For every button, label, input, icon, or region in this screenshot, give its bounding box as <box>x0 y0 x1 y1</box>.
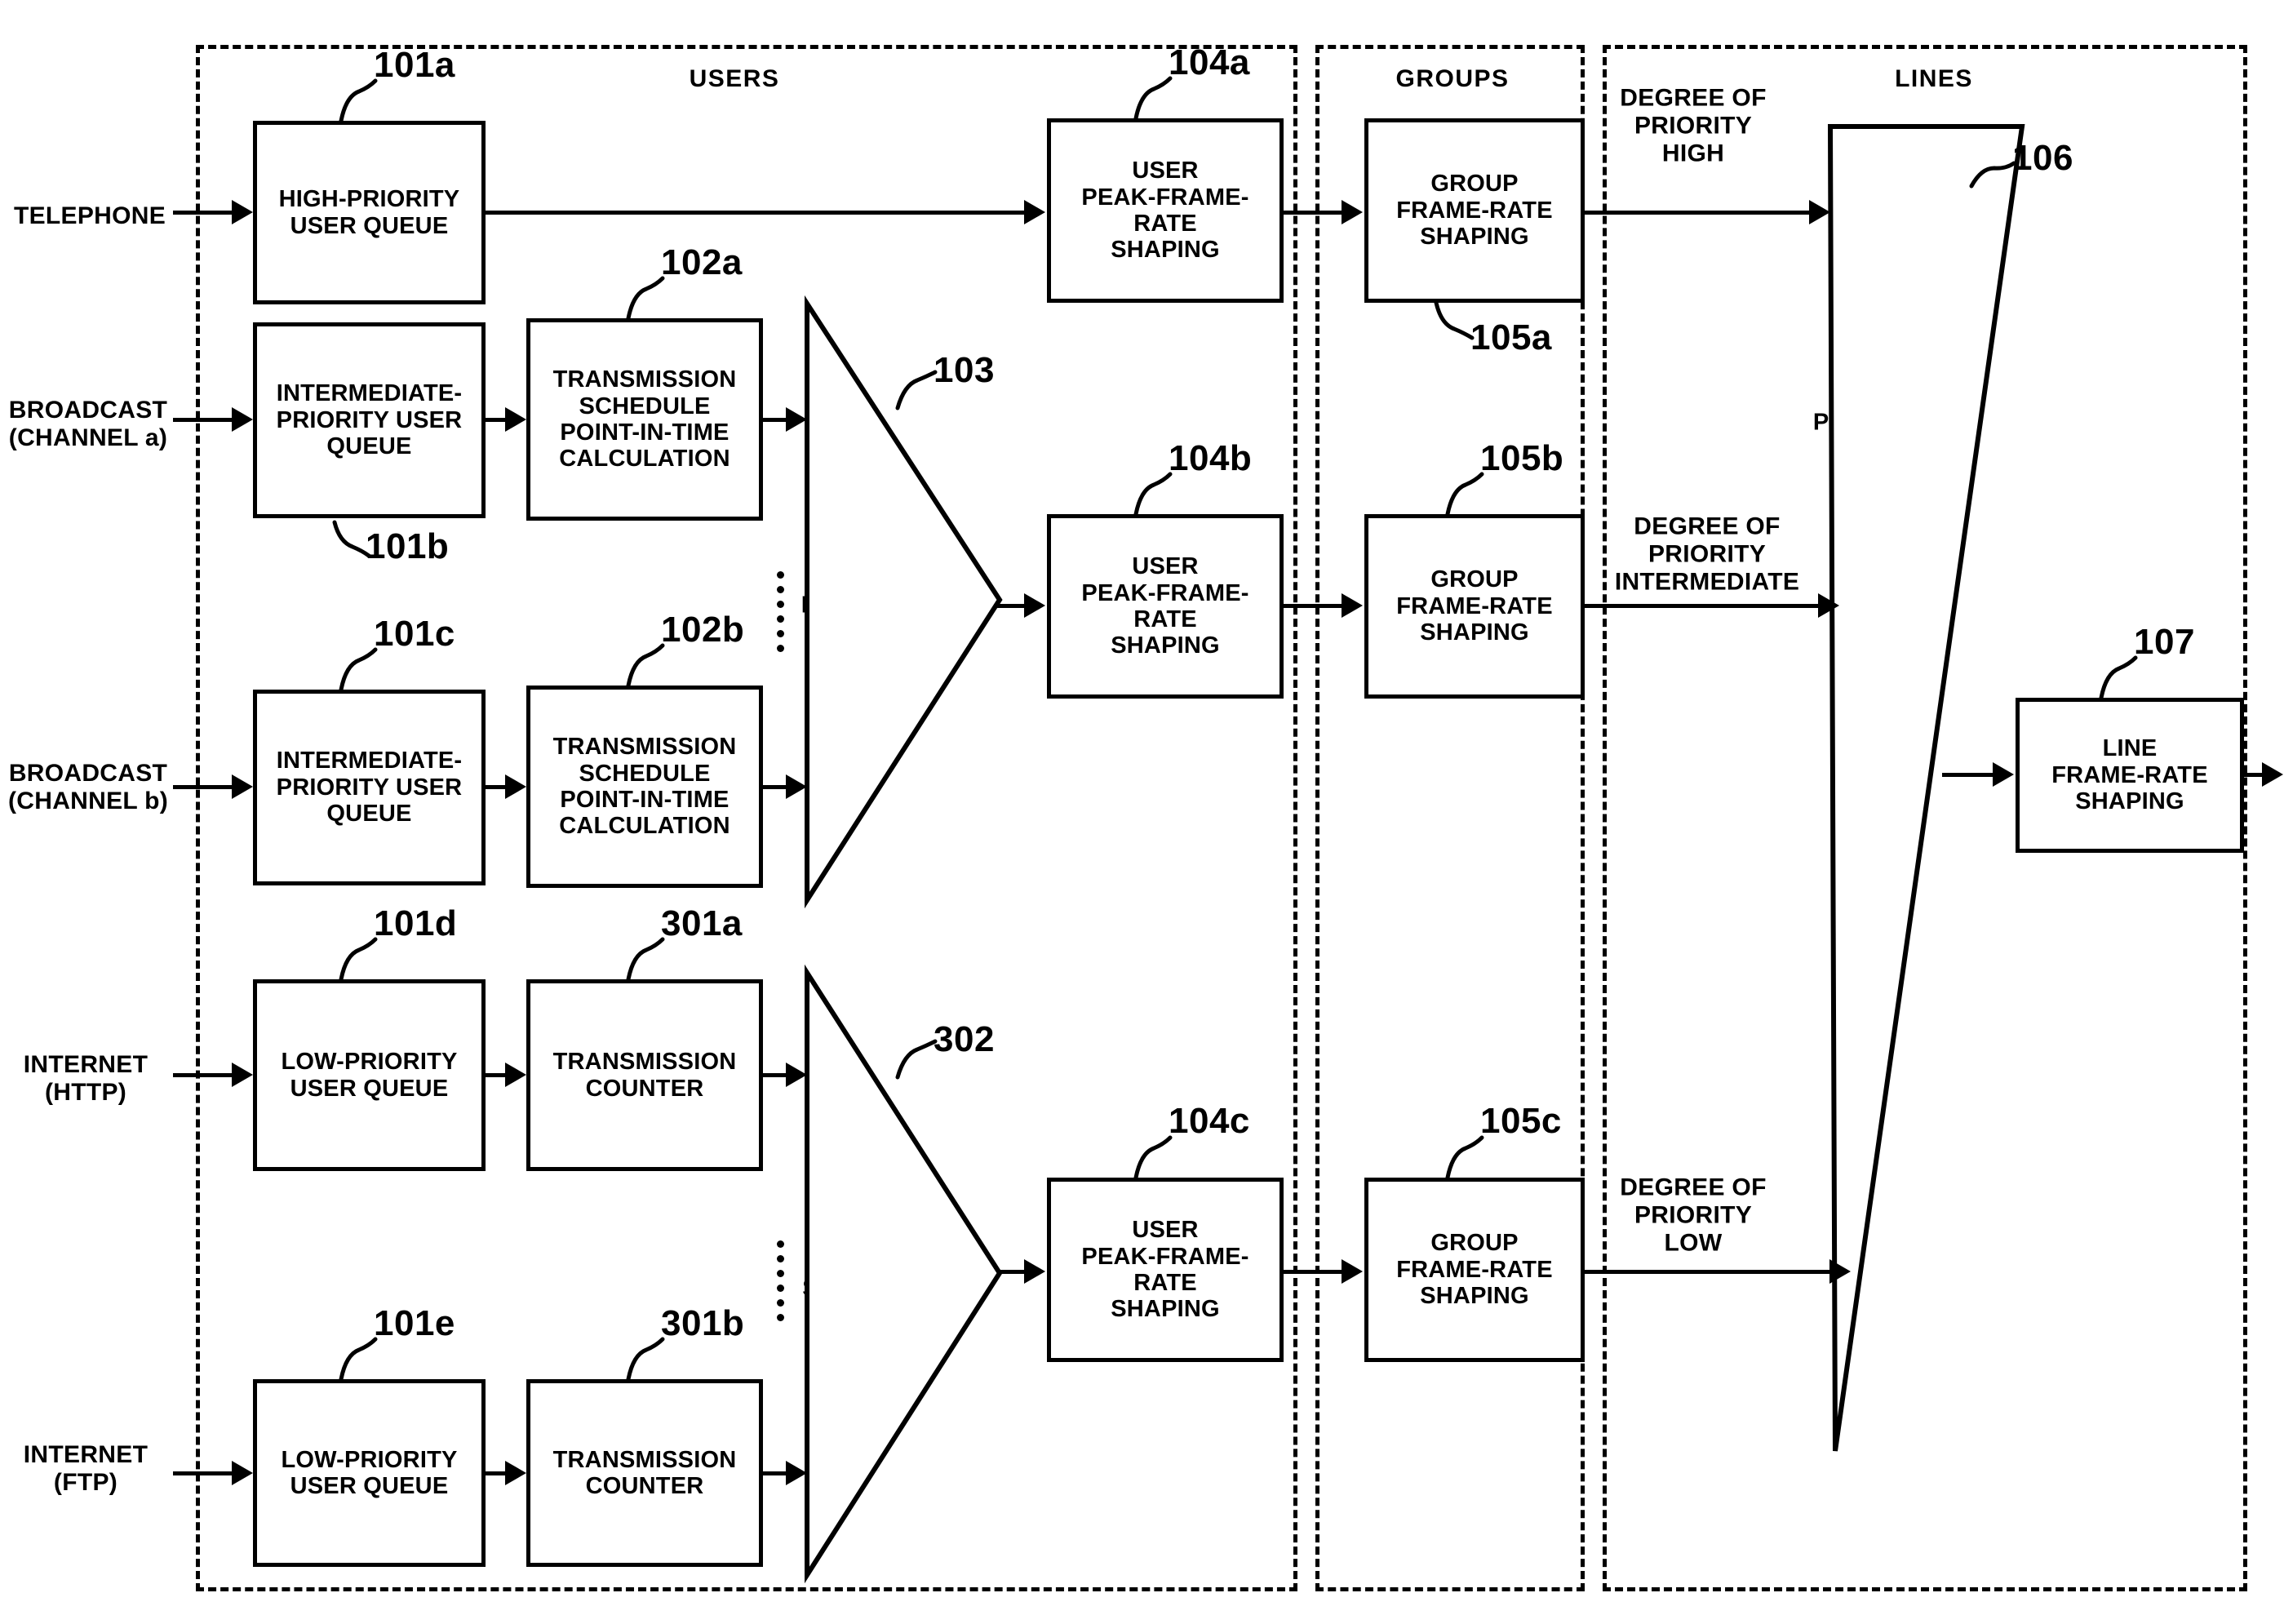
ref-numeral-102b: 102b <box>661 610 745 650</box>
ellipsis-dots-lower <box>777 1240 784 1321</box>
patent-figure-canvas: USERS GROUPS LINES TELEPHONE BROADCAST (… <box>0 0 2284 1624</box>
queue-label-101d: LOW-PRIORITY USER QUEUE <box>281 1049 458 1102</box>
arrowhead-104c-to-105c <box>1342 1259 1363 1284</box>
queue-box-101d[interactable]: LOW-PRIORITY USER QUEUE <box>253 979 486 1171</box>
arrowhead-internet-ftp <box>232 1461 253 1485</box>
scheduler-triangle-103 <box>805 295 1003 909</box>
arrowhead-101d-to-301a <box>505 1063 526 1087</box>
ref-numeral-301a: 301a <box>661 903 743 943</box>
group-shaper-box-105b[interactable]: GROUP FRAME-RATE SHAPING <box>1364 514 1585 699</box>
counter-label-301b: TRANSMISSION COUNTER <box>552 1446 737 1499</box>
queue-label-101a: HIGH-PRIORITY USER QUEUE <box>278 186 460 239</box>
group-shaper-box-105a[interactable]: GROUP FRAME-RATE SHAPING <box>1364 118 1585 303</box>
queue-label-101c: INTERMEDIATE- PRIORITY USER QUEUE <box>276 748 463 828</box>
group-shaper-box-105c[interactable]: GROUP FRAME-RATE SHAPING <box>1364 1178 1585 1362</box>
scheduler-triangle-302 <box>805 964 1003 1584</box>
queue-box-101b[interactable]: INTERMEDIATE- PRIORITY USER QUEUE <box>253 322 486 518</box>
queue-box-101c[interactable]: INTERMEDIATE- PRIORITY USER QUEUE <box>253 690 486 885</box>
arrowhead-101c-to-102b <box>505 774 526 799</box>
arrowhead-104a-to-105a <box>1342 200 1363 224</box>
arrowhead-102a-to-103 <box>786 407 807 432</box>
ref-numeral-104b: 104b <box>1169 438 1253 478</box>
priority-control-wedge-106 <box>1827 124 2025 1452</box>
arrowhead-internet-http <box>232 1063 253 1087</box>
ref-numeral-102a: 102a <box>661 242 743 282</box>
arrowhead-101a-to-104a <box>1024 200 1045 224</box>
arrowhead-broadcast-a <box>232 407 253 432</box>
queue-label-101b: INTERMEDIATE- PRIORITY USER QUEUE <box>276 380 463 460</box>
group-shaper-label-105a: GROUP FRAME-RATE SHAPING <box>1396 171 1553 251</box>
user-shaper-label-104b: USER PEAK-FRAME-RATE SHAPING <box>1081 553 1249 659</box>
arrowhead-107-output <box>2262 762 2283 787</box>
ref-numeral-101b: 101b <box>366 526 450 566</box>
ref-numeral-105b: 105b <box>1480 438 1564 478</box>
arrowhead-101b-to-102a <box>505 407 526 432</box>
group-shaper-label-105c: GROUP FRAME-RATE SHAPING <box>1396 1230 1553 1310</box>
arrowhead-302-to-104c <box>1024 1259 1045 1284</box>
queue-box-101e[interactable]: LOW-PRIORITY USER QUEUE <box>253 1379 486 1567</box>
user-shaper-box-104c[interactable]: USER PEAK-FRAME-RATE SHAPING <box>1047 1178 1284 1362</box>
counter-box-301b[interactable]: TRANSMISSION COUNTER <box>526 1379 763 1567</box>
ref-numeral-104c: 104c <box>1169 1101 1250 1141</box>
line-shaper-label-107: LINE FRAME-RATE SHAPING <box>2051 735 2208 815</box>
arrowhead-105a-to-106 <box>1809 200 1830 224</box>
arrowhead-telephone <box>232 200 253 224</box>
arrowhead-105c-to-106 <box>1829 1259 1851 1284</box>
ref-numeral-101d: 101d <box>374 903 458 943</box>
arrowhead-105b-to-106 <box>1818 593 1839 618</box>
ref-numeral-302: 302 <box>934 1019 995 1059</box>
counter-label-301a: TRANSMISSION COUNTER <box>552 1049 737 1102</box>
line-shaper-box-107[interactable]: LINE FRAME-RATE SHAPING <box>2016 698 2244 853</box>
ref-numeral-101a: 101a <box>374 45 455 85</box>
counter-box-301a[interactable]: TRANSMISSION COUNTER <box>526 979 763 1171</box>
queue-box-101a[interactable]: HIGH-PRIORITY USER QUEUE <box>253 121 486 304</box>
arrowhead-301a-to-302 <box>786 1063 807 1087</box>
user-shaper-box-104a[interactable]: USER PEAK-FRAME-RATE SHAPING <box>1047 118 1284 303</box>
arrowhead-103-to-104b <box>1024 593 1045 618</box>
arrowhead-106-to-107 <box>1993 762 2014 787</box>
ref-numeral-105c: 105c <box>1480 1101 1562 1141</box>
ref-numeral-301b: 301b <box>661 1303 745 1343</box>
calc-label-102b: TRANSMISSION SCHEDULE POINT-IN-TIME CALC… <box>552 734 737 840</box>
arrowhead-301b-to-302 <box>786 1461 807 1485</box>
user-shaper-label-104a: USER PEAK-FRAME-RATE SHAPING <box>1081 158 1249 264</box>
calc-box-102a[interactable]: TRANSMISSION SCHEDULE POINT-IN-TIME CALC… <box>526 318 763 521</box>
calc-box-102b[interactable]: TRANSMISSION SCHEDULE POINT-IN-TIME CALC… <box>526 686 763 888</box>
ref-numeral-106: 106 <box>2012 138 2073 178</box>
ref-numeral-104a: 104a <box>1169 42 1250 82</box>
user-shaper-box-104b[interactable]: USER PEAK-FRAME-RATE SHAPING <box>1047 514 1284 699</box>
arrowhead-broadcast-b <box>232 774 253 799</box>
ellipsis-dots-upper <box>777 571 784 652</box>
user-shaper-label-104c: USER PEAK-FRAME-RATE SHAPING <box>1081 1217 1249 1323</box>
ref-numeral-103: 103 <box>934 350 995 390</box>
ref-numeral-105a: 105a <box>1470 317 1552 357</box>
arrowhead-104b-to-105b <box>1342 593 1363 618</box>
queue-label-101e: LOW-PRIORITY USER QUEUE <box>281 1446 458 1499</box>
ref-numeral-107: 107 <box>2134 622 2195 662</box>
ref-numeral-101c: 101c <box>374 614 455 654</box>
group-shaper-label-105b: GROUP FRAME-RATE SHAPING <box>1396 566 1553 646</box>
calc-label-102a: TRANSMISSION SCHEDULE POINT-IN-TIME CALC… <box>552 366 737 473</box>
arrowhead-102b-to-103 <box>786 774 807 799</box>
arrowhead-101e-to-301b <box>505 1461 526 1485</box>
ref-numeral-101e: 101e <box>374 1303 455 1343</box>
